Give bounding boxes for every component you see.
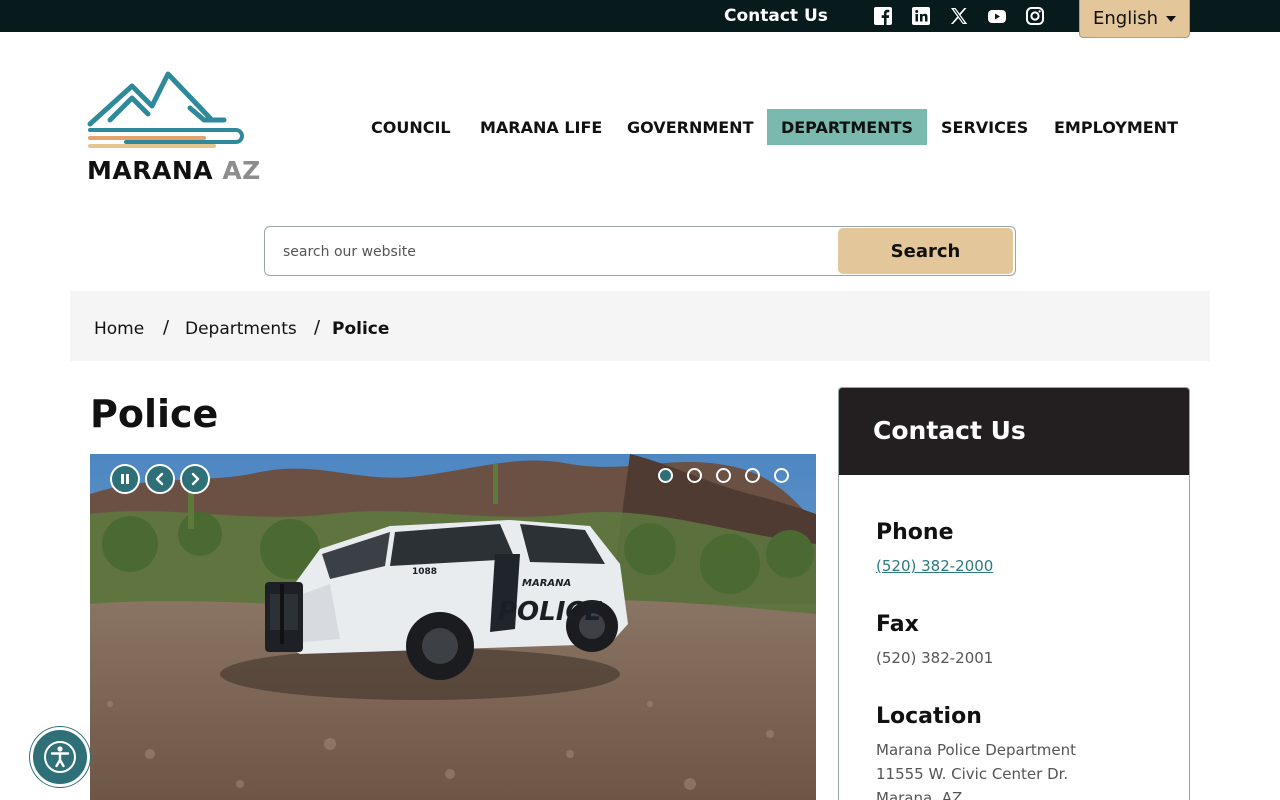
nav-services[interactable]: SERVICES xyxy=(927,109,1042,145)
breadcrumb-departments[interactable]: Departments xyxy=(185,319,297,339)
phone-label: Phone xyxy=(876,520,954,545)
breadcrumb-home[interactable]: Home xyxy=(94,319,144,339)
slide-dot-2[interactable] xyxy=(687,468,702,483)
breadcrumb-separator: / xyxy=(163,317,170,338)
slideshow-image: POLICE MARANA 1088 xyxy=(90,454,816,800)
pause-icon xyxy=(121,474,129,484)
location-line-3: Marana, AZ xyxy=(876,789,963,800)
page-title: Police xyxy=(90,392,219,436)
location-line-1: Marana Police Department xyxy=(876,741,1076,759)
nav-council[interactable]: COUNCIL xyxy=(357,109,465,145)
contact-sidebar: Contact Us Phone (520) 382-2000 Fax (520… xyxy=(838,387,1190,800)
chevron-left-icon xyxy=(155,472,164,486)
logo-suffix: AZ xyxy=(222,156,261,185)
accessibility-button[interactable] xyxy=(30,727,90,787)
pause-button[interactable] xyxy=(110,464,140,494)
phone-link[interactable]: (520) 382-2000 xyxy=(876,557,993,575)
slide-dot-3[interactable] xyxy=(716,468,731,483)
nav-marana-life[interactable]: MARANA LIFE xyxy=(466,109,616,145)
instagram-icon[interactable] xyxy=(1025,6,1045,26)
breadcrumb-separator: / xyxy=(314,317,321,338)
top-bar: Contact Us English xyxy=(0,0,1280,38)
slide-dot-5[interactable] xyxy=(774,468,789,483)
contact-heading: Contact Us xyxy=(873,416,1026,445)
location-line-2: 11555 W. Civic Center Dr. xyxy=(876,765,1069,783)
language-select[interactable]: English xyxy=(1079,0,1190,38)
vehicle-police-text: POLICE xyxy=(498,597,602,627)
contact-us-link[interactable]: Contact Us xyxy=(724,6,828,26)
logo-name: MARANA xyxy=(87,156,214,185)
vehicle-unit-number: 1088 xyxy=(412,567,437,577)
nav-departments[interactable]: DEPARTMENTS xyxy=(767,109,927,145)
contact-header: Contact Us xyxy=(839,388,1189,475)
nav-government[interactable]: GOVERNMENT xyxy=(613,109,767,145)
fax-label: Fax xyxy=(876,612,919,637)
vehicle-marana-text: MARANA xyxy=(522,578,571,589)
nav-employment[interactable]: EMPLOYMENT xyxy=(1040,109,1192,145)
previous-slide-button[interactable] xyxy=(145,464,175,494)
linkedin-icon[interactable] xyxy=(911,6,931,26)
language-label: English xyxy=(1093,8,1158,29)
facebook-icon[interactable] xyxy=(873,6,893,26)
chevron-down-icon xyxy=(1166,15,1176,22)
youtube-icon[interactable] xyxy=(987,6,1007,26)
search-button[interactable]: Search xyxy=(838,228,1013,274)
breadcrumb-current: Police xyxy=(332,319,390,339)
fax-number: (520) 382-2001 xyxy=(876,649,994,667)
breadcrumb: Home / Departments / Police xyxy=(70,291,1210,361)
x-icon[interactable] xyxy=(949,6,969,26)
location-label: Location xyxy=(876,704,982,729)
chevron-right-icon xyxy=(191,472,200,486)
next-slide-button[interactable] xyxy=(180,464,210,494)
slide-dot-1[interactable] xyxy=(658,468,673,483)
search-input[interactable] xyxy=(283,239,823,265)
accessibility-icon xyxy=(44,741,76,773)
logo-text: MARANA AZ xyxy=(87,156,261,185)
slide-dot-4[interactable] xyxy=(745,468,760,483)
